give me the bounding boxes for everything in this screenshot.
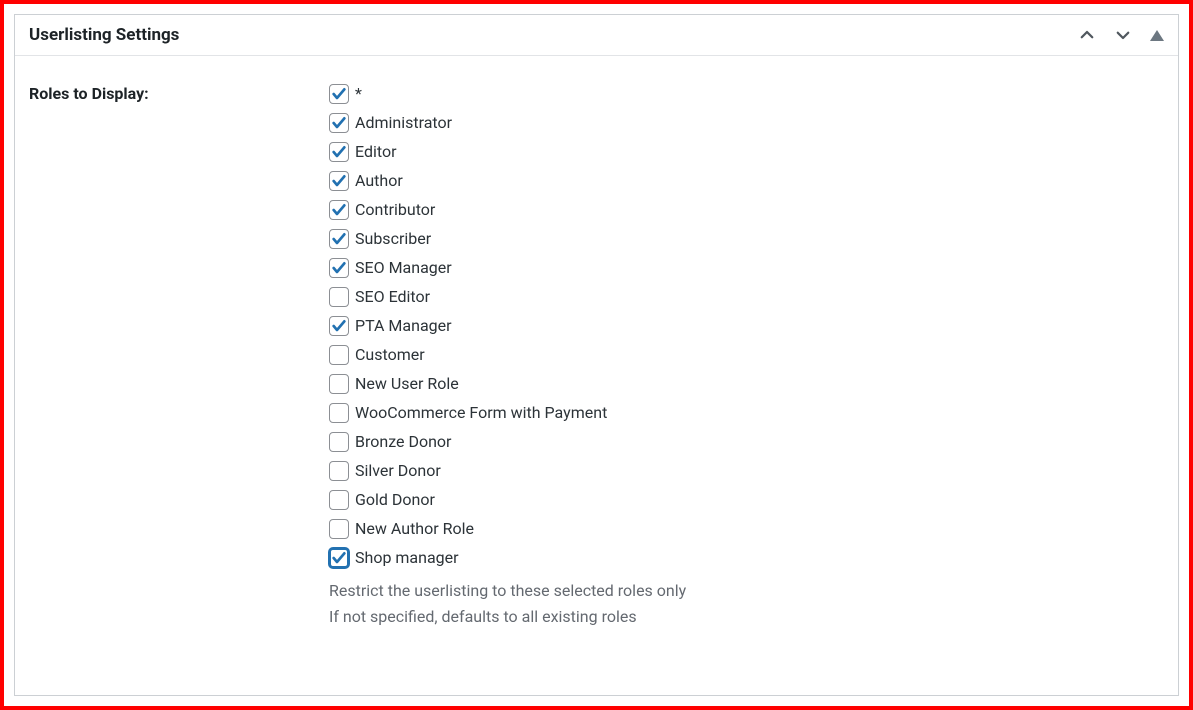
- role-row-editor: Editor: [329, 140, 1164, 164]
- checkbox-new-author-role[interactable]: [329, 519, 349, 539]
- role-label: *: [355, 82, 362, 106]
- checkbox-bronze-donor[interactable]: [329, 432, 349, 452]
- role-row-silver-donor: Silver Donor: [329, 459, 1164, 483]
- role-label: Customer: [355, 343, 425, 367]
- role-row-bronze-donor: Bronze Donor: [329, 430, 1164, 454]
- chevron-down-icon[interactable]: [1114, 26, 1132, 44]
- role-label: Shop manager: [355, 546, 459, 570]
- role-label: WooCommerce Form with Payment: [355, 401, 607, 425]
- checkbox-new-user-role[interactable]: [329, 374, 349, 394]
- role-label: Bronze Donor: [355, 430, 451, 454]
- collapse-panel-icon[interactable]: [1150, 30, 1164, 41]
- checkbox-pta-manager[interactable]: [329, 316, 349, 336]
- role-row-new-user-role: New User Role: [329, 372, 1164, 396]
- role-label: Silver Donor: [355, 459, 441, 483]
- panel-title: Userlisting Settings: [29, 25, 179, 45]
- role-row-customer: Customer: [329, 343, 1164, 367]
- role-row-star: *: [329, 82, 1164, 106]
- help-text-line-1: Restrict the userlisting to these select…: [329, 578, 1164, 604]
- role-label: Administrator: [355, 111, 452, 135]
- checkbox-silver-donor[interactable]: [329, 461, 349, 481]
- role-label: Author: [355, 169, 403, 193]
- panel-controls: [1078, 26, 1164, 44]
- field-help-text: Restrict the userlisting to these select…: [329, 578, 1164, 629]
- role-row-shop-manager: Shop manager: [329, 546, 1164, 570]
- checkbox-subscriber[interactable]: [329, 229, 349, 249]
- roles-to-display-field: * Administrator Editor Author Contributor Sub…: [329, 82, 1164, 629]
- role-label: Editor: [355, 140, 396, 164]
- role-label: Contributor: [355, 198, 435, 222]
- role-row-seo-manager: SEO Manager: [329, 256, 1164, 280]
- role-label: PTA Manager: [355, 314, 452, 338]
- checkbox-author[interactable]: [329, 171, 349, 191]
- role-label: New User Role: [355, 372, 459, 396]
- checkbox-administrator[interactable]: [329, 113, 349, 133]
- role-row-administrator: Administrator: [329, 111, 1164, 135]
- role-label: Subscriber: [355, 227, 431, 251]
- userlisting-settings-panel: Userlisting Settings Roles to Display: *…: [14, 14, 1179, 696]
- roles-list: * Administrator Editor Author Contributor Sub…: [329, 82, 1164, 570]
- role-row-contributor: Contributor: [329, 198, 1164, 222]
- checkbox-editor[interactable]: [329, 142, 349, 162]
- role-row-subscriber: Subscriber: [329, 227, 1164, 251]
- checkbox-seo-editor[interactable]: [329, 287, 349, 307]
- field-label-roles: Roles to Display:: [29, 82, 329, 629]
- role-label: Gold Donor: [355, 488, 435, 512]
- role-row-gold-donor: Gold Donor: [329, 488, 1164, 512]
- role-row-pta-manager: PTA Manager: [329, 314, 1164, 338]
- panel-body: Roles to Display: * Administrator Editor Au…: [15, 56, 1178, 643]
- screenshot-frame: Userlisting Settings Roles to Display: *…: [0, 0, 1193, 710]
- role-label: New Author Role: [355, 517, 474, 541]
- role-label: SEO Manager: [355, 256, 452, 280]
- panel-header: Userlisting Settings: [15, 15, 1178, 56]
- help-text-line-2: If not specified, defaults to all existi…: [329, 604, 1164, 630]
- role-row-seo-editor: SEO Editor: [329, 285, 1164, 309]
- role-row-author: Author: [329, 169, 1164, 193]
- checkbox-woocommerce-form-with-payment[interactable]: [329, 403, 349, 423]
- checkbox-seo-manager[interactable]: [329, 258, 349, 278]
- role-row-new-author-role: New Author Role: [329, 517, 1164, 541]
- checkbox-contributor[interactable]: [329, 200, 349, 220]
- checkbox-customer[interactable]: [329, 345, 349, 365]
- checkbox-star[interactable]: [329, 84, 349, 104]
- role-label: SEO Editor: [355, 285, 430, 309]
- role-row-woocommerce-form-with-payment: WooCommerce Form with Payment: [329, 401, 1164, 425]
- checkbox-shop-manager[interactable]: [329, 548, 349, 568]
- chevron-up-icon[interactable]: [1078, 26, 1096, 44]
- checkbox-gold-donor[interactable]: [329, 490, 349, 510]
